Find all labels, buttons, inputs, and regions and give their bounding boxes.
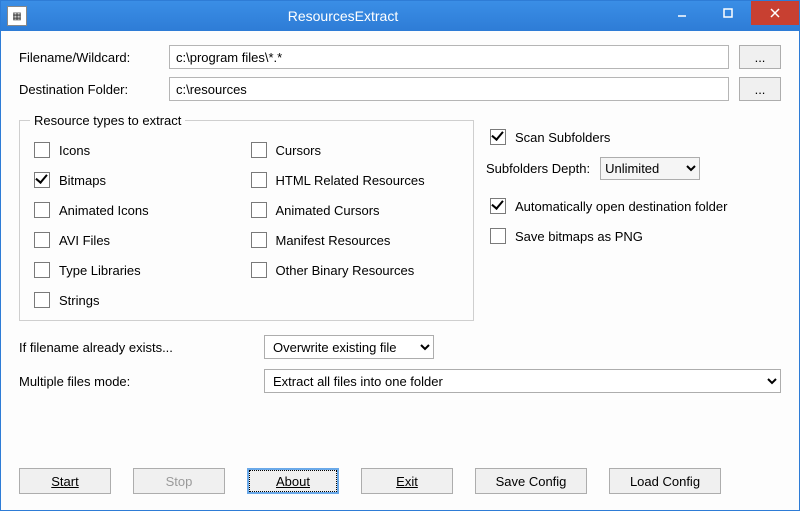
auto-open-label: Automatically open destination folder [515,199,727,214]
resource-type-icons[interactable]: Icons [30,140,247,160]
if-exists-label: If filename already exists... [19,340,264,355]
resource-type-anim_cursors-input[interactable] [251,202,267,218]
resource-type-bitmaps-label: Bitmaps [59,173,106,188]
resource-types-col-right: Cursors HTML Related Resources Animated Cu… [247,134,464,310]
resource-type-anim_icons-label: Animated Icons [59,203,149,218]
resource-type-anim_cursors[interactable]: Animated Cursors [247,200,464,220]
resource-type-html[interactable]: HTML Related Resources [247,170,464,190]
save-png-checkbox[interactable]: Save bitmaps as PNG [486,226,781,246]
resource-type-manifest-input[interactable] [251,232,267,248]
window-title: ResourcesExtract [27,8,659,24]
app-icon: ▦ [7,6,27,26]
subfolders-depth-label: Subfolders Depth: [486,161,590,176]
resource-type-avi-label: AVI Files [59,233,110,248]
lower-section: If filename already exists... Overwrite … [19,335,781,403]
save-png-input[interactable] [490,228,506,244]
filename-browse-button[interactable]: ... [739,45,781,69]
button-row: Start Stop About Exit Save Config Load C… [19,460,781,500]
close-button[interactable] [751,1,799,25]
right-options: Scan Subfolders Subfolders Depth: Unlimi… [486,113,781,321]
resource-type-icons-label: Icons [59,143,90,158]
filename-input[interactable] [169,45,729,69]
resource-type-other_bin-label: Other Binary Resources [276,263,415,278]
resource-type-cursors[interactable]: Cursors [247,140,464,160]
if-exists-row: If filename already exists... Overwrite … [19,335,781,359]
resource-type-typelib[interactable]: Type Libraries [30,260,247,280]
resource-type-cursors-input[interactable] [251,142,267,158]
load-config-button[interactable]: Load Config [609,468,721,494]
resource-type-bitmaps-input[interactable] [34,172,50,188]
save-png-label: Save bitmaps as PNG [515,229,643,244]
filename-row: Filename/Wildcard: ... [19,45,781,69]
scan-subfolders-label: Scan Subfolders [515,130,610,145]
resource-type-anim_icons-input[interactable] [34,202,50,218]
destination-input[interactable] [169,77,729,101]
scan-subfolders-checkbox[interactable]: Scan Subfolders [486,127,781,147]
resource-type-cursors-label: Cursors [276,143,322,158]
multi-mode-label: Multiple files mode: [19,374,264,389]
if-exists-select[interactable]: Overwrite existing file [264,335,434,359]
resource-type-anim_icons[interactable]: Animated Icons [30,200,247,220]
start-button[interactable]: Start [19,468,111,494]
destination-label: Destination Folder: [19,82,169,97]
resource-type-other_bin-input[interactable] [251,262,267,278]
resource-type-html-label: HTML Related Resources [276,173,425,188]
resource-type-avi-input[interactable] [34,232,50,248]
save-config-button[interactable]: Save Config [475,468,587,494]
resource-type-typelib-input[interactable] [34,262,50,278]
resource-type-html-input[interactable] [251,172,267,188]
auto-open-checkbox[interactable]: Automatically open destination folder [486,196,781,216]
exit-button[interactable]: Exit [361,468,453,494]
client-area: Filename/Wildcard: ... Destination Folde… [1,31,799,510]
destination-row: Destination Folder: ... [19,77,781,101]
middle-section: Resource types to extract Icons Bitmaps An… [19,113,781,321]
multi-mode-row: Multiple files mode: Extract all files i… [19,369,781,393]
resource-type-anim_cursors-label: Animated Cursors [276,203,380,218]
resource-types-legend: Resource types to extract [30,113,185,128]
resource-types-group: Resource types to extract Icons Bitmaps An… [19,113,474,321]
resource-type-bitmaps[interactable]: Bitmaps [30,170,247,190]
minimize-button[interactable] [659,1,705,25]
multi-mode-select[interactable]: Extract all files into one folder [264,369,781,393]
resource-type-typelib-label: Type Libraries [59,263,141,278]
subfolders-depth-row: Subfolders Depth: Unlimited [486,157,781,180]
titlebar: ▦ ResourcesExtract [1,1,799,31]
stop-button: Stop [133,468,225,494]
scan-subfolders-input[interactable] [490,129,506,145]
resource-type-strings-label: Strings [59,293,99,308]
resource-type-strings-input[interactable] [34,292,50,308]
resource-type-other_bin[interactable]: Other Binary Resources [247,260,464,280]
destination-browse-button[interactable]: ... [739,77,781,101]
resource-type-manifest-label: Manifest Resources [276,233,391,248]
maximize-button[interactable] [705,1,751,25]
window-controls [659,1,799,31]
resource-type-manifest[interactable]: Manifest Resources [247,230,464,250]
app-window: ▦ ResourcesExtract Filename/Wildcard: ..… [0,0,800,511]
resource-types-col-left: Icons Bitmaps Animated Icons AVI Files Type … [30,134,247,310]
subfolders-depth-select[interactable]: Unlimited [600,157,700,180]
resource-type-avi[interactable]: AVI Files [30,230,247,250]
resource-type-strings[interactable]: Strings [30,290,247,310]
about-button[interactable]: About [247,468,339,494]
auto-open-input[interactable] [490,198,506,214]
resource-type-icons-input[interactable] [34,142,50,158]
filename-label: Filename/Wildcard: [19,50,169,65]
